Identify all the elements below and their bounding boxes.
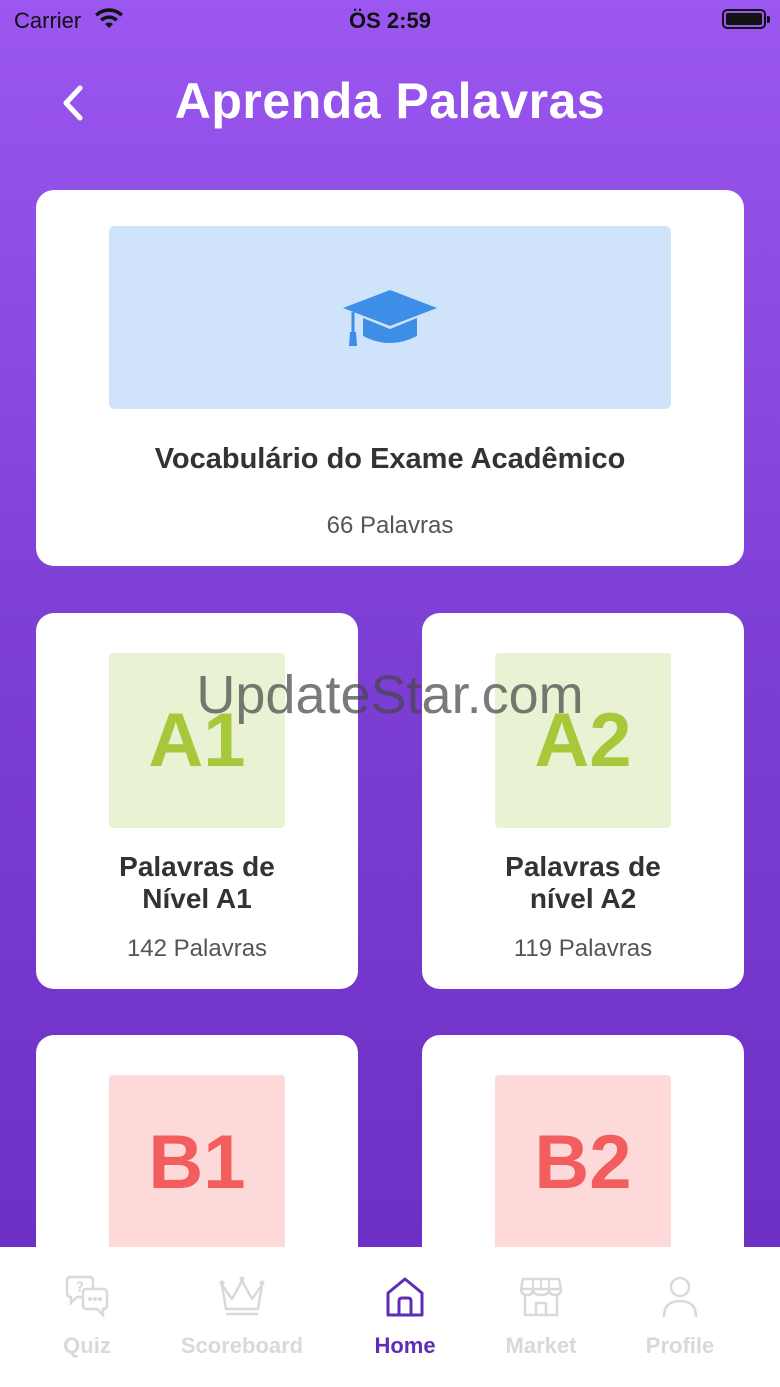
word-count: 142 Palavras <box>126 935 268 962</box>
card-title-line: Palavras de <box>505 851 661 882</box>
chat-bubbles-icon: ? <box>65 1275 109 1319</box>
tab-market[interactable]: Market <box>466 1247 616 1387</box>
card-title: Palavras de nível A2 <box>422 851 744 915</box>
crown-icon <box>219 1276 265 1316</box>
tab-scoreboard[interactable]: Scoreboard <box>167 1247 317 1387</box>
store-icon <box>519 1277 563 1317</box>
level-badge: A1 <box>109 653 285 828</box>
tab-label: Quiz <box>63 1333 111 1358</box>
tab-quiz[interactable]: ? Quiz <box>12 1247 162 1387</box>
page-title: Aprenda Palavras <box>174 73 606 129</box>
tab-bar: ? Quiz Scoreboard Home Market Profile <box>0 1247 780 1387</box>
level-a2-card[interactable]: A2 Palavras de nível A2 119 Palavras <box>422 613 744 989</box>
card-title-line: nível A2 <box>529 883 637 914</box>
header: Aprenda Palavras <box>0 60 780 144</box>
status-bar: Carrier ÖS 2:59 <box>0 0 780 40</box>
card-banner <box>109 226 671 409</box>
level-a1-card[interactable]: A1 Palavras de Nível A1 142 Palavras <box>36 613 358 989</box>
word-count: 119 Palavras <box>513 935 653 962</box>
level-badge: B1 <box>109 1075 285 1250</box>
tab-label: Market <box>505 1333 577 1358</box>
card-title-line: Nível A1 <box>142 883 252 914</box>
home-icon <box>386 1277 424 1317</box>
card-title: Vocabulário do Exame Acadêmico <box>154 443 626 475</box>
tab-label: Scoreboard <box>180 1333 304 1358</box>
graduation-cap-icon <box>343 290 437 346</box>
tab-profile[interactable]: Profile <box>605 1247 755 1387</box>
user-icon <box>662 1276 698 1318</box>
level-badge: B2 <box>495 1075 671 1250</box>
card-title-line: Palavras de <box>119 851 275 882</box>
battery-icon <box>722 9 770 29</box>
word-count: 66 Palavras <box>326 512 454 539</box>
tab-label: Profile <box>645 1333 715 1358</box>
card-title: Palavras de Nível A1 <box>36 851 358 915</box>
level-badge: A2 <box>495 653 671 828</box>
tab-label: Home <box>374 1333 436 1358</box>
clock: ÖS 2:59 <box>349 8 431 33</box>
tab-home[interactable]: Home <box>330 1247 480 1387</box>
academic-vocabulary-card[interactable]: Vocabulário do Exame Acadêmico 66 Palavr… <box>36 190 744 566</box>
